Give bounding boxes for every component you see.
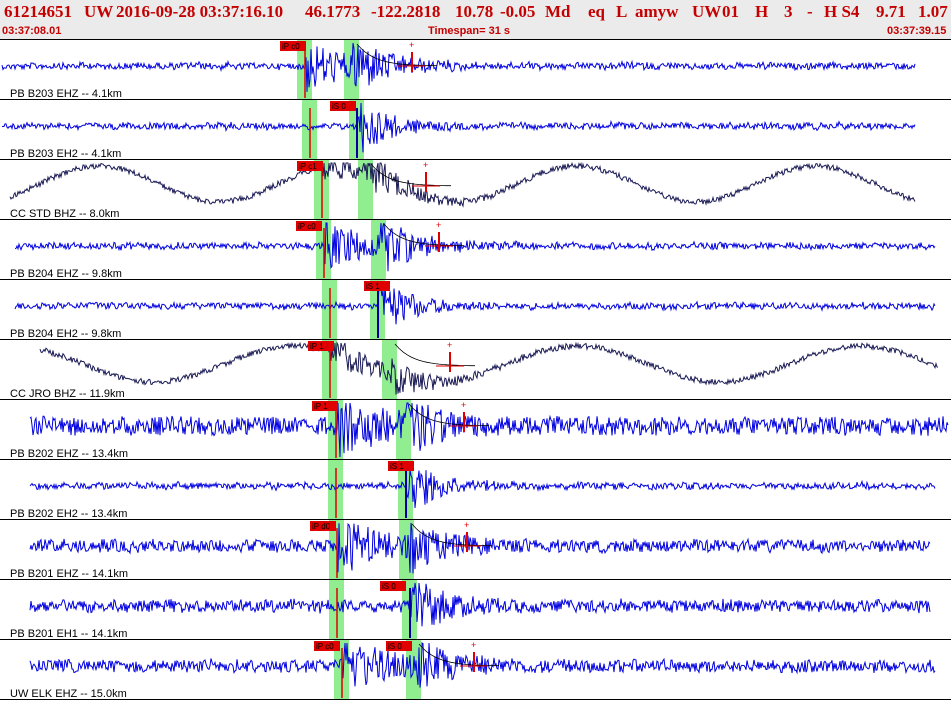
channel-3[interactable]: + iP c0 PB B204 EHZ -- 9.8km (0, 220, 951, 280)
channel-label: PB B201 EHZ -- 14.1km (10, 568, 128, 580)
event-auth: UW (692, 2, 722, 21)
seismogram-panel[interactable]: + iP c0 PB B203 EHZ -- 4.1km iS 0 PB B203 EH… (0, 40, 951, 700)
amplitude-plus: + (423, 160, 428, 170)
event-summary-line: 61214651 UW 2016-09-28 03:37:16.10 46.17… (4, 2, 949, 24)
phase-label: iP 1 (310, 342, 324, 351)
channel-label: PB B203 EH2 -- 4.1km (10, 148, 121, 160)
timespan-label: Timespan= 31 s (428, 25, 511, 37)
channel-label: CC JRO BHZ -- 11.9km (10, 388, 125, 400)
phase-label: iP c0 (298, 222, 316, 231)
event-longitude: -122.2818 (371, 2, 441, 21)
phase-label: iS 0 (388, 642, 402, 651)
channel-7[interactable]: iS 1 PB B202 EH2 -- 13.4km (0, 460, 951, 520)
waveform-canvas[interactable]: + iP c0 PB B203 EHZ -- 4.1km iS 0 PB B203 EH… (0, 40, 951, 700)
event-latitude: 46.1773 (305, 2, 361, 21)
event-network: UW (84, 2, 114, 21)
waveform-trace (14, 222, 936, 272)
event-magnitude: -0.05 (500, 2, 536, 21)
channel-5[interactable]: + iP 1 CC JRO BHZ -- 11.9km (0, 340, 951, 400)
end-time: 03:37:39.15 (887, 25, 947, 37)
waveform-trace (29, 582, 931, 627)
waveform-trace (29, 469, 936, 509)
event-field-3: 3 (784, 2, 793, 21)
event-datetime: 2016-09-28 03:37:16.10 (116, 2, 284, 21)
channel-label: PB B202 EHZ -- 13.4km (10, 448, 128, 460)
phase-label: iP 1 (314, 402, 328, 411)
phase-label: iP c0 (282, 42, 300, 51)
event-value-2: 1.07 (918, 2, 948, 21)
channel-4[interactable]: iS 1 PB B204 EH2 -- 9.8km (0, 280, 951, 340)
amplitude-plus: + (409, 40, 414, 50)
channel-label: PB B204 EHZ -- 9.8km (10, 268, 122, 280)
event-location-code: L (616, 2, 628, 21)
waveform-trace (14, 282, 936, 325)
event-id: 61214651 (4, 2, 72, 21)
waveform-trace (29, 522, 931, 574)
waveform-trace (1, 102, 916, 153)
event-depth: 10.78 (455, 2, 494, 21)
phase-label: iS 0 (332, 102, 346, 111)
channel-8[interactable]: + iP d0 PB B201 EHZ -- 14.1km (0, 520, 951, 580)
phase-label: iS 1 (366, 282, 380, 291)
amplitude-plus: + (447, 340, 452, 350)
phase-label: iP c0 (316, 642, 334, 651)
channel-10[interactable]: + iP c0 iS 0 UW ELK EHZ -- 15.0km (0, 640, 951, 700)
channel-label: CC STD BHZ -- 8.0km (10, 208, 119, 220)
channel-0[interactable]: + iP c0 PB B203 EHZ -- 4.1km (0, 40, 951, 100)
phase-label: iS 0 (382, 582, 396, 591)
amplitude-plus: + (436, 220, 441, 230)
waveform-trace (39, 341, 939, 395)
phase-label: iP d0 (312, 522, 331, 531)
channel-9[interactable]: iS 0 PB B201 EH1 -- 14.1km (0, 580, 951, 640)
amplitude-plus: + (464, 520, 469, 530)
coda-curve (356, 43, 437, 67)
phase-label: iS 1 (390, 462, 404, 471)
waveform-trace (9, 161, 916, 208)
channel-1[interactable]: iS 0 PB B203 EH2 -- 4.1km (0, 100, 951, 160)
channel-label: PB B203 EHZ -- 4.1km (10, 88, 122, 100)
channel-label: PB B204 EH2 -- 9.8km (10, 328, 121, 340)
event-version: 01 (722, 2, 739, 21)
event-mag-type: Md (545, 2, 571, 21)
timespan-line: 03:37:08.01 Timespan= 31 s 03:37:39.15 (0, 25, 951, 38)
event-type: eq (588, 2, 605, 21)
event-field-hs4: H S4 (824, 2, 860, 21)
event-analyst: amyw (635, 2, 679, 21)
channel-2[interactable]: + iP c1 CC STD BHZ -- 8.0km (0, 160, 951, 220)
channel-6[interactable]: + iP 1 PB B202 EHZ -- 13.4km (0, 400, 951, 460)
waveform-trace (29, 402, 949, 458)
coda-curve (394, 343, 475, 367)
event-field-dash: - (807, 2, 813, 21)
phase-label: iP c1 (299, 162, 317, 171)
amplitude-plus: + (461, 400, 466, 410)
start-time: 03:37:08.01 (2, 25, 62, 37)
channel-label: PB B202 EH2 -- 13.4km (10, 508, 127, 520)
channel-label: PB B201 EH1 -- 14.1km (10, 628, 127, 640)
s-window (371, 220, 386, 280)
event-field-h: H (755, 2, 769, 21)
amplitude-plus: + (471, 640, 476, 650)
channel-label: UW ELK EHZ -- 15.0km (10, 688, 127, 700)
event-value-1: 9.71 (876, 2, 906, 21)
event-header: 61214651 UW 2016-09-28 03:37:16.10 46.17… (0, 0, 951, 40)
waveform-trace (1, 42, 916, 92)
